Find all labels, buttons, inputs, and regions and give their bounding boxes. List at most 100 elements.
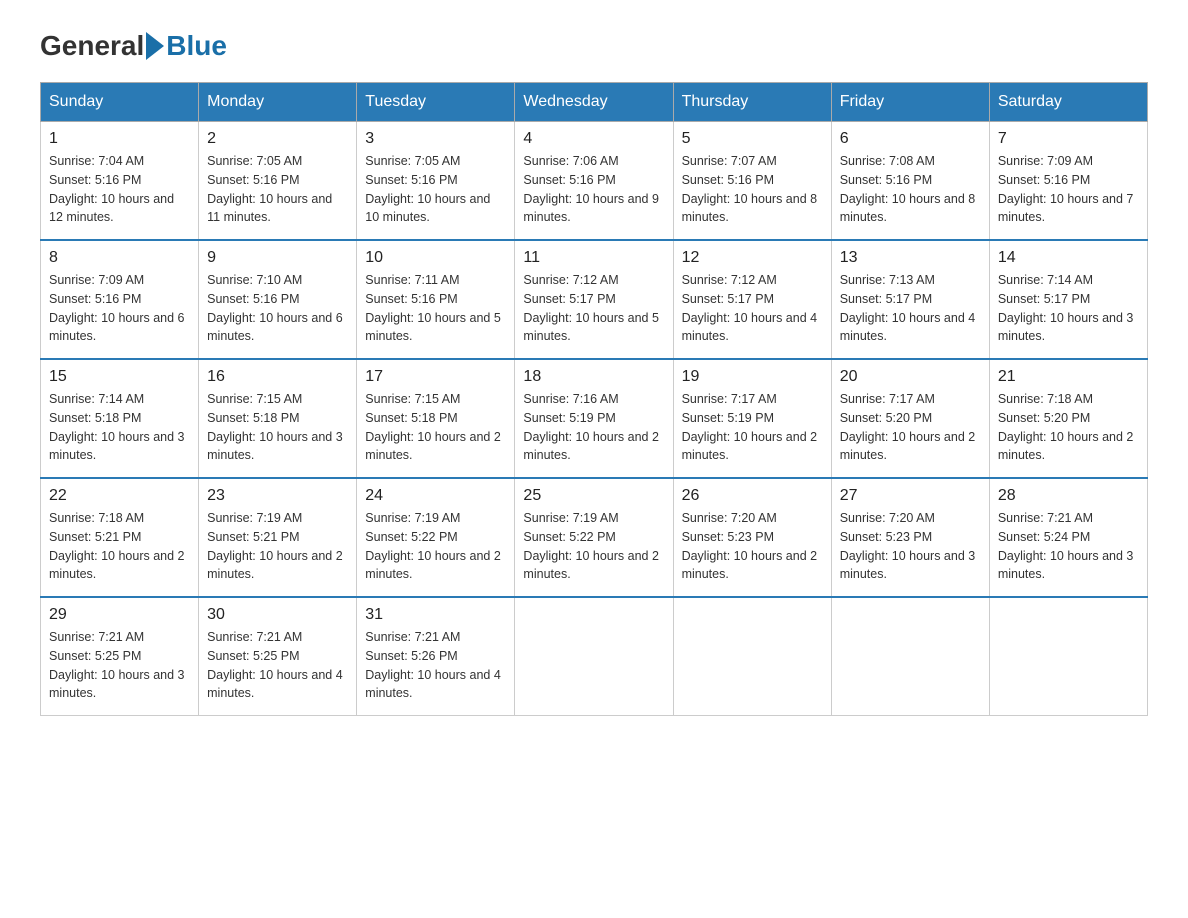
day-number: 13 bbox=[840, 249, 981, 267]
day-info: Sunrise: 7:19 AMSunset: 5:22 PMDaylight:… bbox=[365, 511, 501, 581]
calendar-day-cell: 26 Sunrise: 7:20 AMSunset: 5:23 PMDaylig… bbox=[673, 478, 831, 597]
day-number: 11 bbox=[523, 249, 664, 267]
calendar-day-cell bbox=[673, 597, 831, 716]
day-number: 2 bbox=[207, 130, 348, 148]
logo-blue-text: Blue bbox=[166, 30, 227, 62]
day-number: 23 bbox=[207, 487, 348, 505]
day-info: Sunrise: 7:09 AMSunset: 5:16 PMDaylight:… bbox=[49, 273, 185, 343]
day-number: 9 bbox=[207, 249, 348, 267]
calendar-day-cell: 29 Sunrise: 7:21 AMSunset: 5:25 PMDaylig… bbox=[41, 597, 199, 716]
calendar-day-cell: 23 Sunrise: 7:19 AMSunset: 5:21 PMDaylig… bbox=[199, 478, 357, 597]
day-info: Sunrise: 7:12 AMSunset: 5:17 PMDaylight:… bbox=[523, 273, 659, 343]
calendar-day-cell: 7 Sunrise: 7:09 AMSunset: 5:16 PMDayligh… bbox=[989, 122, 1147, 241]
day-info: Sunrise: 7:20 AMSunset: 5:23 PMDaylight:… bbox=[682, 511, 818, 581]
day-number: 30 bbox=[207, 606, 348, 624]
day-number: 16 bbox=[207, 368, 348, 386]
calendar-table: SundayMondayTuesdayWednesdayThursdayFrid… bbox=[40, 82, 1148, 716]
day-info: Sunrise: 7:12 AMSunset: 5:17 PMDaylight:… bbox=[682, 273, 818, 343]
calendar-day-cell: 1 Sunrise: 7:04 AMSunset: 5:16 PMDayligh… bbox=[41, 122, 199, 241]
day-info: Sunrise: 7:15 AMSunset: 5:18 PMDaylight:… bbox=[207, 392, 343, 462]
calendar-day-cell bbox=[831, 597, 989, 716]
day-number: 18 bbox=[523, 368, 664, 386]
day-info: Sunrise: 7:09 AMSunset: 5:16 PMDaylight:… bbox=[998, 154, 1134, 224]
calendar-week-row: 29 Sunrise: 7:21 AMSunset: 5:25 PMDaylig… bbox=[41, 597, 1148, 716]
calendar-day-cell: 2 Sunrise: 7:05 AMSunset: 5:16 PMDayligh… bbox=[199, 122, 357, 241]
calendar-day-header: Monday bbox=[199, 83, 357, 122]
calendar-week-row: 8 Sunrise: 7:09 AMSunset: 5:16 PMDayligh… bbox=[41, 240, 1148, 359]
calendar-day-header: Thursday bbox=[673, 83, 831, 122]
calendar-day-header: Sunday bbox=[41, 83, 199, 122]
day-info: Sunrise: 7:17 AMSunset: 5:20 PMDaylight:… bbox=[840, 392, 976, 462]
calendar-header-row: SundayMondayTuesdayWednesdayThursdayFrid… bbox=[41, 83, 1148, 122]
calendar-day-cell: 12 Sunrise: 7:12 AMSunset: 5:17 PMDaylig… bbox=[673, 240, 831, 359]
day-info: Sunrise: 7:18 AMSunset: 5:21 PMDaylight:… bbox=[49, 511, 185, 581]
calendar-day-cell: 14 Sunrise: 7:14 AMSunset: 5:17 PMDaylig… bbox=[989, 240, 1147, 359]
day-number: 10 bbox=[365, 249, 506, 267]
calendar-day-header: Saturday bbox=[989, 83, 1147, 122]
day-info: Sunrise: 7:18 AMSunset: 5:20 PMDaylight:… bbox=[998, 392, 1134, 462]
calendar-day-cell: 31 Sunrise: 7:21 AMSunset: 5:26 PMDaylig… bbox=[357, 597, 515, 716]
calendar-day-cell: 27 Sunrise: 7:20 AMSunset: 5:23 PMDaylig… bbox=[831, 478, 989, 597]
logo: General Blue bbox=[40, 30, 227, 62]
day-number: 17 bbox=[365, 368, 506, 386]
day-info: Sunrise: 7:21 AMSunset: 5:25 PMDaylight:… bbox=[49, 630, 185, 700]
calendar-day-cell: 15 Sunrise: 7:14 AMSunset: 5:18 PMDaylig… bbox=[41, 359, 199, 478]
day-info: Sunrise: 7:19 AMSunset: 5:22 PMDaylight:… bbox=[523, 511, 659, 581]
calendar-day-cell: 4 Sunrise: 7:06 AMSunset: 5:16 PMDayligh… bbox=[515, 122, 673, 241]
day-info: Sunrise: 7:05 AMSunset: 5:16 PMDaylight:… bbox=[365, 154, 490, 224]
calendar-day-cell: 16 Sunrise: 7:15 AMSunset: 5:18 PMDaylig… bbox=[199, 359, 357, 478]
day-info: Sunrise: 7:21 AMSunset: 5:24 PMDaylight:… bbox=[998, 511, 1134, 581]
day-info: Sunrise: 7:19 AMSunset: 5:21 PMDaylight:… bbox=[207, 511, 343, 581]
calendar-day-cell: 8 Sunrise: 7:09 AMSunset: 5:16 PMDayligh… bbox=[41, 240, 199, 359]
calendar-day-cell: 30 Sunrise: 7:21 AMSunset: 5:25 PMDaylig… bbox=[199, 597, 357, 716]
day-number: 26 bbox=[682, 487, 823, 505]
day-number: 1 bbox=[49, 130, 190, 148]
day-info: Sunrise: 7:10 AMSunset: 5:16 PMDaylight:… bbox=[207, 273, 343, 343]
page-header: General Blue bbox=[40, 30, 1148, 62]
day-number: 3 bbox=[365, 130, 506, 148]
calendar-day-header: Wednesday bbox=[515, 83, 673, 122]
calendar-day-cell: 21 Sunrise: 7:18 AMSunset: 5:20 PMDaylig… bbox=[989, 359, 1147, 478]
day-info: Sunrise: 7:04 AMSunset: 5:16 PMDaylight:… bbox=[49, 154, 174, 224]
calendar-day-cell: 9 Sunrise: 7:10 AMSunset: 5:16 PMDayligh… bbox=[199, 240, 357, 359]
calendar-day-cell: 6 Sunrise: 7:08 AMSunset: 5:16 PMDayligh… bbox=[831, 122, 989, 241]
day-info: Sunrise: 7:07 AMSunset: 5:16 PMDaylight:… bbox=[682, 154, 818, 224]
day-info: Sunrise: 7:17 AMSunset: 5:19 PMDaylight:… bbox=[682, 392, 818, 462]
calendar-day-cell: 28 Sunrise: 7:21 AMSunset: 5:24 PMDaylig… bbox=[989, 478, 1147, 597]
day-info: Sunrise: 7:05 AMSunset: 5:16 PMDaylight:… bbox=[207, 154, 332, 224]
calendar-day-cell: 22 Sunrise: 7:18 AMSunset: 5:21 PMDaylig… bbox=[41, 478, 199, 597]
day-info: Sunrise: 7:14 AMSunset: 5:17 PMDaylight:… bbox=[998, 273, 1134, 343]
day-number: 29 bbox=[49, 606, 190, 624]
day-number: 7 bbox=[998, 130, 1139, 148]
day-info: Sunrise: 7:14 AMSunset: 5:18 PMDaylight:… bbox=[49, 392, 185, 462]
day-number: 6 bbox=[840, 130, 981, 148]
day-number: 24 bbox=[365, 487, 506, 505]
day-number: 4 bbox=[523, 130, 664, 148]
calendar-week-row: 15 Sunrise: 7:14 AMSunset: 5:18 PMDaylig… bbox=[41, 359, 1148, 478]
logo-general-text: General bbox=[40, 30, 144, 62]
day-info: Sunrise: 7:20 AMSunset: 5:23 PMDaylight:… bbox=[840, 511, 976, 581]
calendar-day-cell: 5 Sunrise: 7:07 AMSunset: 5:16 PMDayligh… bbox=[673, 122, 831, 241]
day-info: Sunrise: 7:06 AMSunset: 5:16 PMDaylight:… bbox=[523, 154, 659, 224]
calendar-day-cell: 20 Sunrise: 7:17 AMSunset: 5:20 PMDaylig… bbox=[831, 359, 989, 478]
logo-arrow-icon bbox=[146, 32, 164, 60]
calendar-day-cell bbox=[515, 597, 673, 716]
day-info: Sunrise: 7:11 AMSunset: 5:16 PMDaylight:… bbox=[365, 273, 501, 343]
calendar-day-cell bbox=[989, 597, 1147, 716]
calendar-day-cell: 3 Sunrise: 7:05 AMSunset: 5:16 PMDayligh… bbox=[357, 122, 515, 241]
day-info: Sunrise: 7:08 AMSunset: 5:16 PMDaylight:… bbox=[840, 154, 976, 224]
calendar-day-cell: 25 Sunrise: 7:19 AMSunset: 5:22 PMDaylig… bbox=[515, 478, 673, 597]
day-number: 27 bbox=[840, 487, 981, 505]
calendar-day-header: Tuesday bbox=[357, 83, 515, 122]
day-number: 22 bbox=[49, 487, 190, 505]
day-number: 8 bbox=[49, 249, 190, 267]
day-number: 25 bbox=[523, 487, 664, 505]
calendar-day-cell: 17 Sunrise: 7:15 AMSunset: 5:18 PMDaylig… bbox=[357, 359, 515, 478]
calendar-day-cell: 13 Sunrise: 7:13 AMSunset: 5:17 PMDaylig… bbox=[831, 240, 989, 359]
day-info: Sunrise: 7:21 AMSunset: 5:25 PMDaylight:… bbox=[207, 630, 343, 700]
calendar-day-cell: 24 Sunrise: 7:19 AMSunset: 5:22 PMDaylig… bbox=[357, 478, 515, 597]
day-number: 31 bbox=[365, 606, 506, 624]
day-number: 28 bbox=[998, 487, 1139, 505]
day-number: 19 bbox=[682, 368, 823, 386]
day-number: 15 bbox=[49, 368, 190, 386]
